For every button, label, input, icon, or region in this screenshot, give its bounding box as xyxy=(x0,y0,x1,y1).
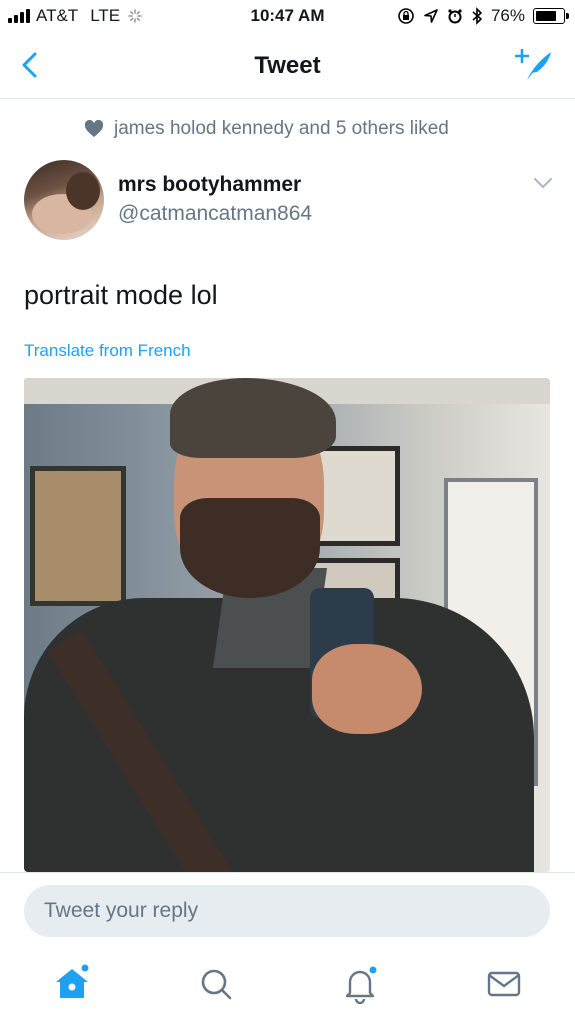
photo-hand xyxy=(312,644,422,734)
user-handle[interactable]: @catmancatman864 xyxy=(118,202,312,226)
heart-icon xyxy=(84,120,104,137)
navigation-bar: Tweet xyxy=(0,32,575,99)
translate-link[interactable]: Translate from French xyxy=(24,341,191,361)
home-icon[interactable] xyxy=(52,964,92,1004)
alarm-icon xyxy=(448,9,462,24)
liked-by-context[interactable]: james holod kennedy and 5 others liked xyxy=(84,118,449,140)
reply-input[interactable]: Tweet your reply xyxy=(24,885,550,937)
battery-icon xyxy=(533,8,569,24)
battery-fill xyxy=(536,11,556,21)
chevron-down-icon[interactable] xyxy=(533,176,553,190)
tab-bar xyxy=(0,952,575,1024)
photo-mirror-frame xyxy=(30,466,126,606)
status-bar: AT&T LTE 10:47 AM 76% xyxy=(0,0,575,32)
search-icon[interactable] xyxy=(196,964,236,1004)
display-name[interactable]: mrs bootyhammer xyxy=(118,173,301,197)
location-icon xyxy=(424,9,438,23)
tweet-text: portrait mode lol xyxy=(24,280,218,310)
liked-by-text: james holod kennedy and 5 others liked xyxy=(114,118,449,139)
compose-tweet-icon[interactable] xyxy=(515,46,555,84)
notifications-icon[interactable] xyxy=(340,964,380,1004)
status-right: 76% xyxy=(397,6,569,26)
page-title: Tweet xyxy=(254,52,321,79)
avatar[interactable] xyxy=(24,160,104,240)
battery-percent: 76% xyxy=(490,6,525,25)
bluetooth-icon xyxy=(472,7,483,25)
reply-placeholder: Tweet your reply xyxy=(44,899,199,922)
messages-icon[interactable] xyxy=(484,964,524,1004)
photo-beard xyxy=(180,498,320,598)
avatar-hair xyxy=(66,172,100,210)
tweet-photo[interactable] xyxy=(24,378,550,872)
screen-lock-icon xyxy=(398,8,414,24)
